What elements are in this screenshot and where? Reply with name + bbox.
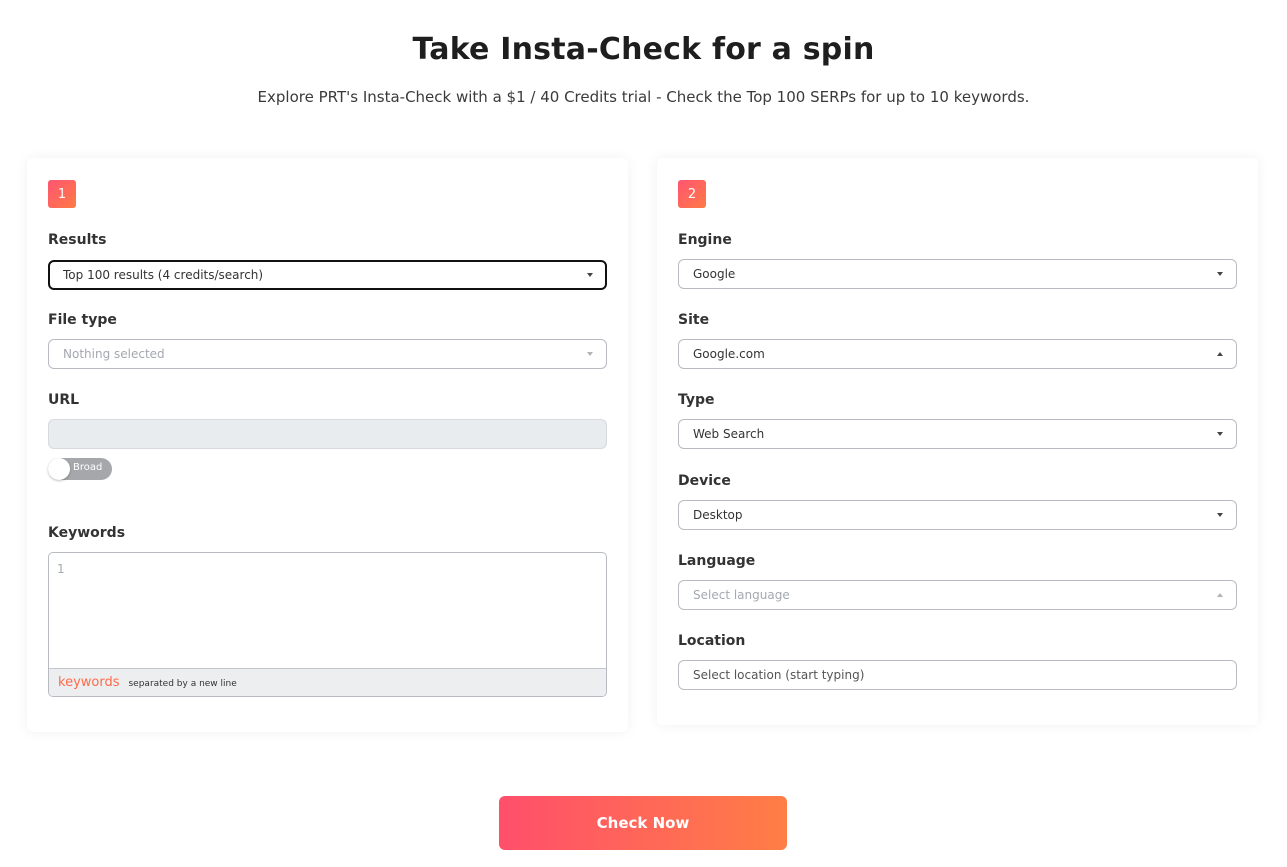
chevron-down-icon <box>1217 432 1223 436</box>
page-subtitle: Explore PRT's Insta-Check with a $1 / 40… <box>257 88 1030 106</box>
type-label: Type <box>678 392 715 408</box>
language-placeholder: Select language <box>693 588 790 602</box>
chevron-down-icon <box>1217 513 1223 517</box>
line-number: 1 <box>57 562 65 576</box>
location-label: Location <box>678 633 746 649</box>
step-2-badge: 2 <box>678 180 706 208</box>
url-input[interactable] <box>48 419 607 449</box>
location-input[interactable]: Select location (start typing) <box>678 660 1237 690</box>
check-now-button[interactable]: Check Now <box>499 796 787 850</box>
keywords-footer-hint: separated by a new line <box>128 678 237 689</box>
chevron-down-icon <box>587 273 593 277</box>
results-select-value: Top 100 results (4 credits/search) <box>63 268 264 282</box>
step-1-card: 1 Results Top 100 results (4 credits/sea… <box>27 158 628 732</box>
chevron-up-icon <box>1217 352 1223 356</box>
keywords-footer-word: keywords <box>58 675 120 690</box>
keywords-textarea[interactable]: 1 keywords separated by a new line <box>48 552 607 697</box>
file-type-select[interactable]: Nothing selected <box>48 339 607 369</box>
match-type-toggle[interactable]: Broad <box>48 458 112 480</box>
toggle-label: Broad <box>73 462 103 473</box>
page-title: Take Insta-Check for a spin <box>412 32 875 67</box>
type-select[interactable]: Web Search <box>678 419 1237 449</box>
engine-label: Engine <box>678 232 732 248</box>
keywords-footer: keywords separated by a new line <box>49 668 606 696</box>
chevron-down-icon <box>587 352 593 356</box>
keywords-label: Keywords <box>48 525 126 541</box>
file-type-placeholder: Nothing selected <box>63 347 165 361</box>
engine-select-value: Google <box>693 267 736 281</box>
location-placeholder: Select location (start typing) <box>693 668 865 682</box>
device-select[interactable]: Desktop <box>678 500 1237 530</box>
language-label: Language <box>678 553 756 569</box>
file-type-label: File type <box>48 312 117 328</box>
device-label: Device <box>678 473 731 489</box>
type-select-value: Web Search <box>693 427 765 441</box>
step-1-badge: 1 <box>48 180 76 208</box>
chevron-up-icon <box>1217 593 1223 597</box>
toggle-knob <box>48 458 70 480</box>
site-label: Site <box>678 312 710 328</box>
chevron-down-icon <box>1217 272 1223 276</box>
url-label: URL <box>48 392 80 408</box>
engine-select[interactable]: Google <box>678 259 1237 289</box>
site-select-value: Google.com <box>693 347 765 361</box>
results-select[interactable]: Top 100 results (4 credits/search) <box>48 260 607 290</box>
step-2-card: 2 Engine Google Site Google.com Type Web… <box>657 158 1258 725</box>
results-label: Results <box>48 232 107 248</box>
language-select[interactable]: Select language <box>678 580 1237 610</box>
device-select-value: Desktop <box>693 508 743 522</box>
site-select[interactable]: Google.com <box>678 339 1237 369</box>
